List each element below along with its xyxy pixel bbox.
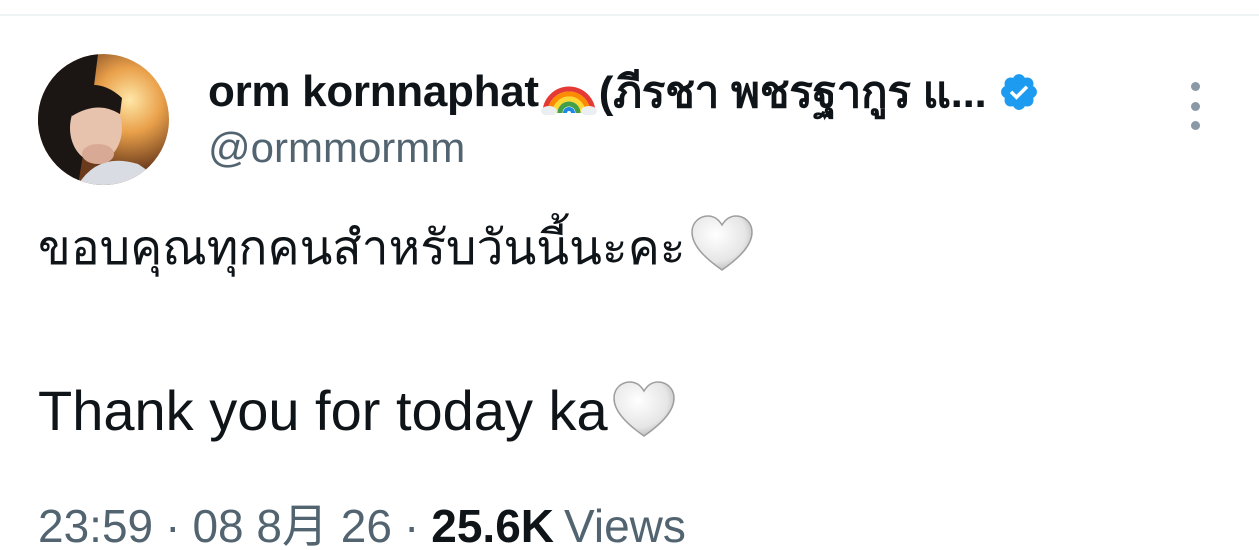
author-handle[interactable]: @ormmormm	[208, 124, 465, 172]
tweet-time[interactable]: 23:59	[38, 499, 153, 550]
tweet-date[interactable]: 08 8月 26	[192, 490, 391, 550]
display-name[interactable]: orm kornnaphat	[208, 67, 539, 117]
tweet-text-english-content: Thank you for today ka	[38, 379, 608, 442]
verified-badge-icon[interactable]	[998, 71, 1040, 113]
tweet-card[interactable]: orm kornnaphat (ภีรชา พชรฐากูร แ... @orm…	[0, 0, 1259, 550]
white-heart-icon	[610, 378, 678, 440]
top-divider	[0, 14, 1259, 16]
tweet-text-thai-content: ขอบคุณทุกคนสำหรับวันนี้นะคะ	[38, 220, 686, 276]
tweet-text-english: Thank you for today ka	[38, 376, 678, 446]
meta-separator: ·	[403, 500, 420, 550]
tweet-text-thai: ขอบคุณทุกคนสำหรับวันนี้นะคะ	[38, 212, 756, 278]
white-heart-icon	[688, 212, 756, 274]
more-options-button[interactable]	[1176, 82, 1214, 130]
views-count: 25.6K	[431, 500, 555, 550]
tweet-meta: 23:59 · 08 8月 26 · 25.6K Views	[38, 490, 686, 550]
more-dot-icon	[1190, 101, 1200, 111]
display-name-suffix[interactable]: (ภีรชา พชรฐากูร แ...	[599, 57, 987, 127]
avatar-image	[38, 54, 169, 185]
views-label: Views	[564, 500, 686, 550]
more-dot-icon	[1190, 82, 1200, 91]
more-dot-icon	[1190, 121, 1200, 130]
rainbow-icon	[540, 69, 597, 116]
display-name-row[interactable]: orm kornnaphat (ภีรชา พชรฐากูร แ...	[208, 62, 1040, 122]
meta-separator: ·	[165, 500, 181, 550]
avatar[interactable]	[38, 54, 169, 185]
